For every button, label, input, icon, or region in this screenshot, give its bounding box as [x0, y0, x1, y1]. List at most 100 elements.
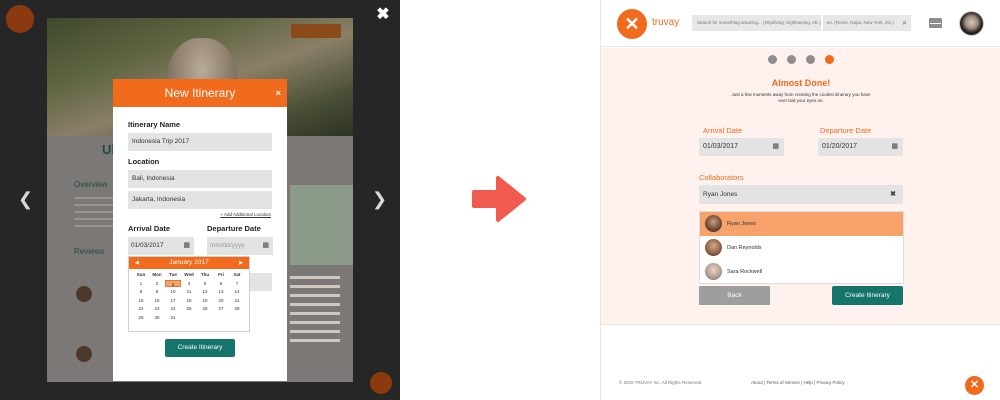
calendar-day[interactable]: 9: [149, 288, 165, 296]
calendar-icon[interactable]: ▦: [183, 237, 190, 255]
footer-links[interactable]: About | Terms of Service | Help | Privac…: [751, 380, 844, 385]
calendar-day[interactable]: 6: [213, 280, 229, 288]
calendar-day[interactable]: 1: [133, 280, 149, 288]
calendar-day[interactable]: 30: [149, 314, 165, 322]
map-thumbnail[interactable]: [290, 185, 353, 265]
calendar-day[interactable]: 10: [165, 288, 181, 296]
progress-dots: [768, 55, 834, 64]
caret-left-icon[interactable]: ◀: [135, 257, 139, 269]
suggestion-item[interactable]: Dan Reynolds: [700, 236, 903, 260]
calendar-day[interactable]: 17: [165, 297, 181, 305]
calendar-day[interactable]: 20: [213, 297, 229, 305]
calendar-day[interactable]: 5: [197, 280, 213, 288]
create-itinerary-button[interactable]: Create Itinerary: [832, 286, 903, 305]
chevron-right-icon[interactable]: ❯: [372, 190, 387, 208]
calendar-day[interactable]: 8: [133, 288, 149, 296]
arrival-date-value: 01/03/2017: [703, 143, 739, 150]
avatar: [705, 263, 722, 280]
calendar-day-selected[interactable]: 3: [165, 279, 181, 287]
top-nav: ✕ truvay Search for something amazing...…: [601, 0, 1000, 47]
location-search-input[interactable]: ex. (Rome, Napa, New York, etc.) ⌕: [823, 15, 911, 31]
reviewer-avatar: [76, 346, 92, 362]
truvay-logo[interactable]: [6, 5, 34, 33]
arrival-date-input[interactable]: 01/03/2017 ▦: [128, 237, 194, 255]
calendar-day[interactable]: 4: [181, 280, 197, 288]
new-itinerary-modal: New Itinerary × Itinerary Name Indonesia…: [113, 79, 287, 381]
collaborator-suggestions: Ryan Jones Dan Reynolds Sara Rockwell: [699, 211, 904, 284]
page-title: Almost Done!: [771, 78, 831, 88]
weekday-label: Fri: [218, 272, 224, 277]
add-location-link[interactable]: + Add Additional Location: [220, 212, 271, 217]
calendar-day[interactable]: 12: [197, 288, 213, 296]
calendar-day[interactable]: 31: [165, 314, 181, 322]
overview-heading: Overview: [74, 180, 108, 189]
progress-dot: [787, 55, 796, 64]
departure-date-placeholder: mm/dd/yyyy: [210, 242, 245, 249]
new-design-panel: ✕ truvay Search for something amazing...…: [600, 0, 1000, 400]
calendar-icon[interactable]: ▦: [262, 237, 269, 255]
truvay-logo-small[interactable]: ✕: [965, 376, 984, 395]
calendar-icon[interactable]: ▦: [891, 138, 898, 156]
suggestion-item[interactable]: Ryan Jones: [700, 212, 903, 236]
calendar-month: January 2017: [169, 259, 209, 266]
add-to-button[interactable]: [291, 24, 341, 38]
location-input-2[interactable]: Jakarta, Indonesia: [128, 191, 272, 209]
calendar-day[interactable]: 28: [229, 305, 245, 313]
search-icon[interactable]: ⌕: [903, 15, 907, 31]
location-search-placeholder: ex. (Rome, Napa, New York, etc.): [827, 20, 894, 25]
reviews-heading: Reviews: [74, 247, 105, 256]
modal-title: New Itinerary: [164, 86, 236, 100]
calendar-day[interactable]: 29: [133, 314, 149, 322]
arrival-date-value: 01/03/2017: [131, 242, 164, 249]
arrival-date-input[interactable]: 01/03/2017 ▦: [699, 138, 784, 156]
calendar-day[interactable]: 23: [149, 305, 165, 313]
progress-dot: [768, 55, 777, 64]
suggestion-name: Sara Rockwell: [727, 269, 763, 275]
avatar[interactable]: [959, 11, 984, 36]
caret-right-icon[interactable]: ▶: [239, 257, 243, 269]
calendar-day[interactable]: 27: [213, 305, 229, 313]
mail-icon[interactable]: [929, 18, 942, 28]
calendar-day[interactable]: 21: [229, 297, 245, 305]
calendar-day[interactable]: 13: [213, 288, 229, 296]
departure-date-input[interactable]: 01/20/2017 ▦: [818, 138, 903, 156]
collaborators-input[interactable]: Ryan Jones ✖: [699, 185, 903, 204]
old-design-panel: Ub Overview Reviews ✖ ❮ ❯ New Itinerary …: [0, 0, 400, 400]
calendar-day[interactable]: 2: [149, 280, 165, 288]
calendar-day[interactable]: 24: [165, 305, 181, 313]
chevron-left-icon[interactable]: ❮: [18, 190, 33, 208]
calendar-icon[interactable]: ▦: [772, 138, 779, 156]
calendar-day[interactable]: 25: [181, 305, 197, 313]
location-input-1[interactable]: Bali, Indonesia: [128, 170, 272, 188]
modal-close-icon[interactable]: ×: [276, 79, 281, 107]
arrow-right-icon: [472, 176, 526, 222]
footer-copyright: © 2016 TRUVAY Inc. All Rights Reserved: [619, 380, 702, 385]
brand-name[interactable]: truvay: [652, 17, 679, 28]
departure-date-input[interactable]: mm/dd/yyyy ▦: [207, 237, 273, 255]
calendar-day[interactable]: 15: [133, 297, 149, 305]
weekday-label: Mon: [152, 272, 162, 277]
clear-icon[interactable]: ✖: [890, 185, 896, 204]
departure-date-value: 01/20/2017: [822, 143, 858, 150]
back-button[interactable]: Back: [699, 286, 770, 305]
truvay-logo[interactable]: ✕: [617, 9, 647, 39]
calendar-day[interactable]: 7: [229, 280, 245, 288]
footer-divider: [601, 324, 1000, 325]
truvay-logo-small[interactable]: [370, 372, 392, 394]
calendar-day[interactable]: 16: [149, 297, 165, 305]
itinerary-name-input[interactable]: Indonesia Trip 2017: [128, 133, 272, 151]
calendar-day[interactable]: 19: [197, 297, 213, 305]
collaborators-value: Ryan Jones: [703, 191, 738, 198]
calendar-day[interactable]: 14: [229, 288, 245, 296]
departure-date-label: Departure Date: [820, 126, 872, 135]
calendar-day[interactable]: 11: [181, 288, 197, 296]
create-itinerary-button[interactable]: Create Itinerary: [165, 339, 235, 357]
calendar-day[interactable]: 18: [181, 297, 197, 305]
calendar-day[interactable]: 26: [197, 305, 213, 313]
calendar-day[interactable]: 22: [133, 305, 149, 313]
arrival-date-label: Arrival Date: [703, 126, 743, 135]
activity-search-input[interactable]: Search for something amazing... (Skydivi…: [692, 15, 821, 31]
reviewer-avatar: [76, 286, 92, 302]
close-icon[interactable]: ✖: [374, 6, 392, 24]
suggestion-item[interactable]: Sara Rockwell: [700, 260, 903, 284]
